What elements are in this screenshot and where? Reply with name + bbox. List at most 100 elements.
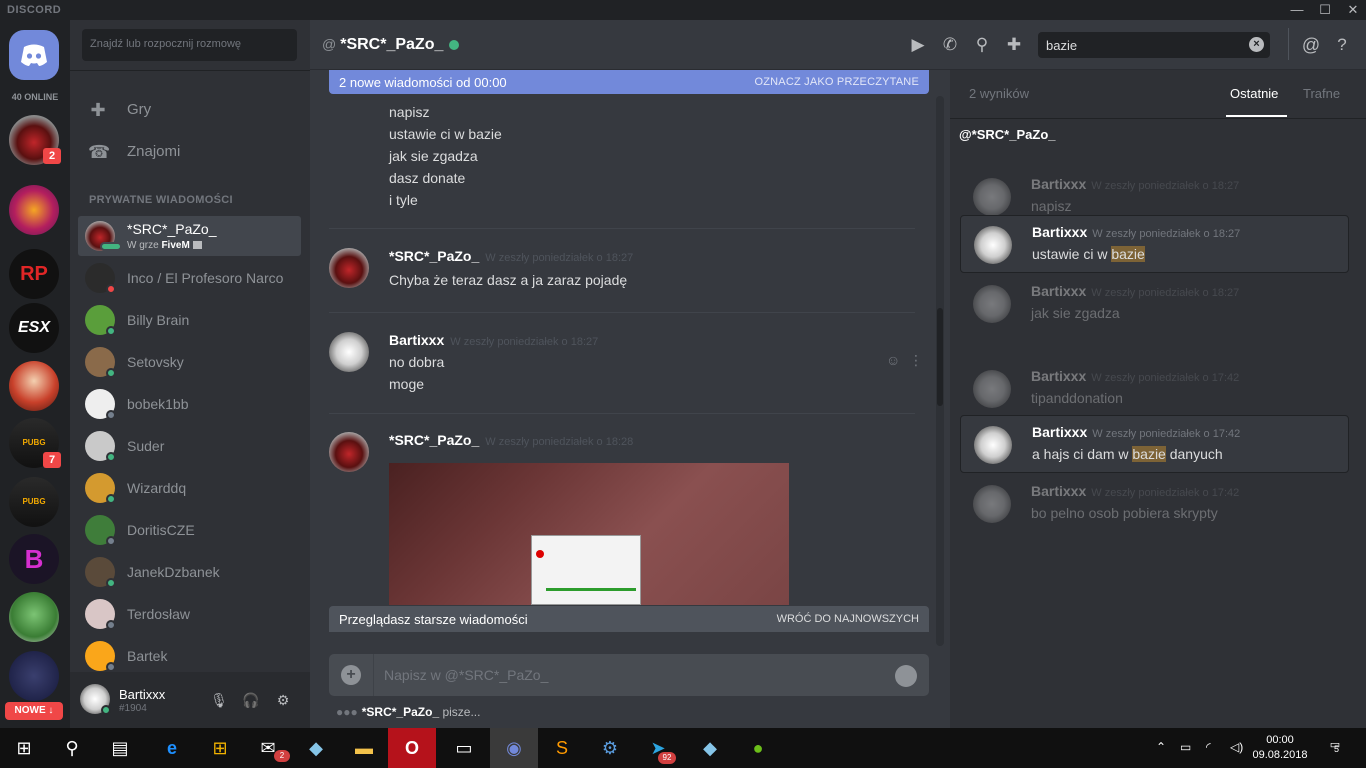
- avatar[interactable]: [329, 432, 369, 472]
- home-button[interactable]: [9, 30, 59, 80]
- message-input[interactable]: + Napisz w @*SRC*_PaZo_: [329, 654, 929, 696]
- video-call-icon[interactable]: ▶: [906, 33, 930, 57]
- status-indicator: [106, 620, 116, 630]
- pin-icon[interactable]: ⚲: [970, 33, 994, 57]
- discord-taskbar-icon[interactable]: ◉: [490, 728, 538, 768]
- network-app-icon[interactable]: ⚙: [586, 728, 634, 768]
- opera-icon[interactable]: O: [388, 728, 436, 768]
- edge-browser-icon[interactable]: e: [148, 728, 196, 768]
- store-icon[interactable]: ⊞: [196, 728, 244, 768]
- server-icon[interactable]: [9, 651, 59, 701]
- battery-icon[interactable]: ▭: [1180, 740, 1191, 754]
- nav-games[interactable]: ✚ Gry: [78, 90, 300, 130]
- dm-item[interactable]: Billy Brain: [78, 300, 301, 340]
- mark-as-read-button[interactable]: OZNACZ JAKO PRZECZYTANE: [754, 76, 919, 88]
- scrollbar-thumb[interactable]: [937, 308, 943, 406]
- minimize-button[interactable]: —: [1284, 0, 1310, 20]
- search-result-hit[interactable]: Bartixxx W zeszły poniedziałek o 17:42 a h…: [960, 415, 1349, 473]
- jump-to-present-button[interactable]: WRÓĆ DO NAJNOWSZYCH: [777, 613, 919, 625]
- status-indicator: [101, 705, 111, 715]
- dm-section-header: PRYWATNE WIADOMOŚCI: [89, 194, 233, 206]
- dm-item-active[interactable]: *SRC*_PaZo_ W grze FiveM: [78, 216, 301, 256]
- app-icon[interactable]: ◆: [686, 728, 734, 768]
- typing-suffix: pisze...: [439, 705, 481, 719]
- result-text-pre: tipanddonation: [1031, 390, 1123, 406]
- server-icon[interactable]: RP: [9, 249, 59, 299]
- emoji-picker-icon[interactable]: [895, 665, 917, 687]
- timestamp: W zeszły poniedziałek o 17:42: [1091, 487, 1240, 499]
- clear-search-icon[interactable]: ×: [1249, 37, 1264, 52]
- more-options-icon[interactable]: ⋮: [909, 352, 923, 369]
- system-clock[interactable]: 00:00 09.08.2018: [1252, 733, 1308, 763]
- task-view-icon[interactable]: ▤: [96, 728, 144, 768]
- server-icon[interactable]: ESX: [9, 303, 59, 353]
- dm-item[interactable]: Wizarddq: [78, 468, 301, 508]
- status-indicator: [106, 452, 116, 462]
- maximize-button[interactable]: ☐: [1312, 0, 1338, 20]
- file-explorer-icon[interactable]: ▬: [340, 728, 388, 768]
- show-hidden-icons-icon[interactable]: ⌃: [1156, 740, 1166, 754]
- find-conversation-input[interactable]: Znajdź lub rozpocznij rozmowę: [82, 29, 297, 61]
- new-messages-bar[interactable]: 2 nowe wiadomości od 00:00 OZNACZ JAKO P…: [329, 70, 929, 94]
- dm-item[interactable]: Inco / El Profesoro Narco: [78, 258, 301, 298]
- settings-gear-icon[interactable]: ⚙: [273, 690, 293, 710]
- tab-relevant[interactable]: Trafne: [1303, 86, 1340, 101]
- server-icon[interactable]: [9, 361, 59, 411]
- mail-icon[interactable]: ✉: [244, 728, 292, 768]
- dm-item[interactable]: DoritisCZE: [78, 510, 301, 550]
- add-friend-icon[interactable]: ✚: [1002, 33, 1026, 57]
- dm-item[interactable]: bobek1bb: [78, 384, 301, 424]
- hearthstone-deck-tracker-icon[interactable]: ●: [734, 728, 782, 768]
- dm-item[interactable]: Bartek: [78, 636, 301, 676]
- avatar[interactable]: [329, 248, 369, 288]
- server-icon[interactable]: B: [9, 534, 59, 584]
- message-author[interactable]: *SRC*_PaZo_ W zeszły poniedziałek o 18:28: [389, 432, 633, 448]
- older-messages-text: Przeglądasz starsze wiadomości: [339, 612, 528, 627]
- microphone-icon[interactable]: 🎙: [209, 690, 229, 710]
- result-text: ustawie ci w bazie: [1032, 246, 1145, 262]
- dm-item[interactable]: Suder: [78, 426, 301, 466]
- search-icon[interactable]: ⚲: [48, 728, 96, 768]
- terminal-icon[interactable]: ▭: [440, 728, 488, 768]
- server-list: 40 ONLINE 2 RP ESX PUBG 7 PUBG B NOWE ↓: [0, 20, 70, 728]
- wifi-icon[interactable]: ◜: [1206, 740, 1211, 754]
- upload-plus-icon[interactable]: +: [341, 665, 361, 685]
- avatar: [973, 370, 1011, 408]
- status-indicator: [106, 662, 116, 672]
- server-icon[interactable]: [9, 592, 59, 642]
- search-result-context[interactable]: Bartixxx W zeszły poniedziałek o 18:27 jak…: [960, 275, 1349, 333]
- app-icon[interactable]: ◆: [292, 728, 340, 768]
- search-result-hit[interactable]: Bartixxx W zeszły poniedziałek o 18:27 ust…: [960, 215, 1349, 273]
- activity-game: FiveM: [161, 240, 190, 251]
- timestamp: W zeszły poniedziałek o 18:28: [485, 436, 634, 448]
- message-author[interactable]: *SRC*_PaZo_ W zeszły poniedziałek o 18:27: [389, 248, 633, 264]
- sublime-icon[interactable]: S: [538, 728, 586, 768]
- message-line: Chyba że teraz dasz a ja zaraz pojadę: [389, 272, 628, 288]
- voice-call-icon[interactable]: ✆: [938, 33, 962, 57]
- volume-icon[interactable]: ◁): [1230, 740, 1243, 754]
- image-attachment[interactable]: [389, 463, 789, 605]
- dm-item[interactable]: Setovsky: [78, 342, 301, 382]
- message-line: napisz: [389, 104, 430, 120]
- result-channel-name[interactable]: @*SRC*_PaZo_: [959, 127, 1055, 142]
- telegram-icon[interactable]: ➤: [634, 728, 682, 768]
- help-icon[interactable]: ?: [1330, 33, 1354, 57]
- search-result-context[interactable]: Bartixxx W zeszły poniedziałek o 17:42 tip…: [960, 360, 1349, 418]
- headphones-icon[interactable]: 🎧: [241, 690, 261, 710]
- avatar[interactable]: [329, 332, 369, 372]
- search-result-context[interactable]: Bartixxx W zeszły poniedziałek o 17:42 bo …: [960, 475, 1349, 533]
- server-icon[interactable]: [9, 185, 59, 235]
- add-reaction-icon[interactable]: ☺: [886, 352, 900, 368]
- dm-item[interactable]: Terdosław: [78, 594, 301, 634]
- start-windows-icon[interactable]: ⊞: [0, 728, 48, 768]
- nav-friends[interactable]: ☎ Znajomi: [78, 132, 300, 172]
- tab-recent[interactable]: Ostatnie: [1230, 86, 1278, 101]
- mentions-icon[interactable]: @: [1299, 33, 1323, 57]
- search-input[interactable]: bazie ×: [1038, 32, 1270, 58]
- message-author[interactable]: Bartixxx W zeszły poniedziałek o 18:27: [389, 332, 598, 348]
- new-unreads-pill[interactable]: NOWE ↓: [5, 702, 63, 720]
- close-button[interactable]: ✕: [1340, 0, 1366, 20]
- dm-item[interactable]: JanekDzbanek: [78, 552, 301, 592]
- author-name: Bartixxx: [1031, 283, 1087, 299]
- server-icon[interactable]: PUBG: [9, 477, 59, 527]
